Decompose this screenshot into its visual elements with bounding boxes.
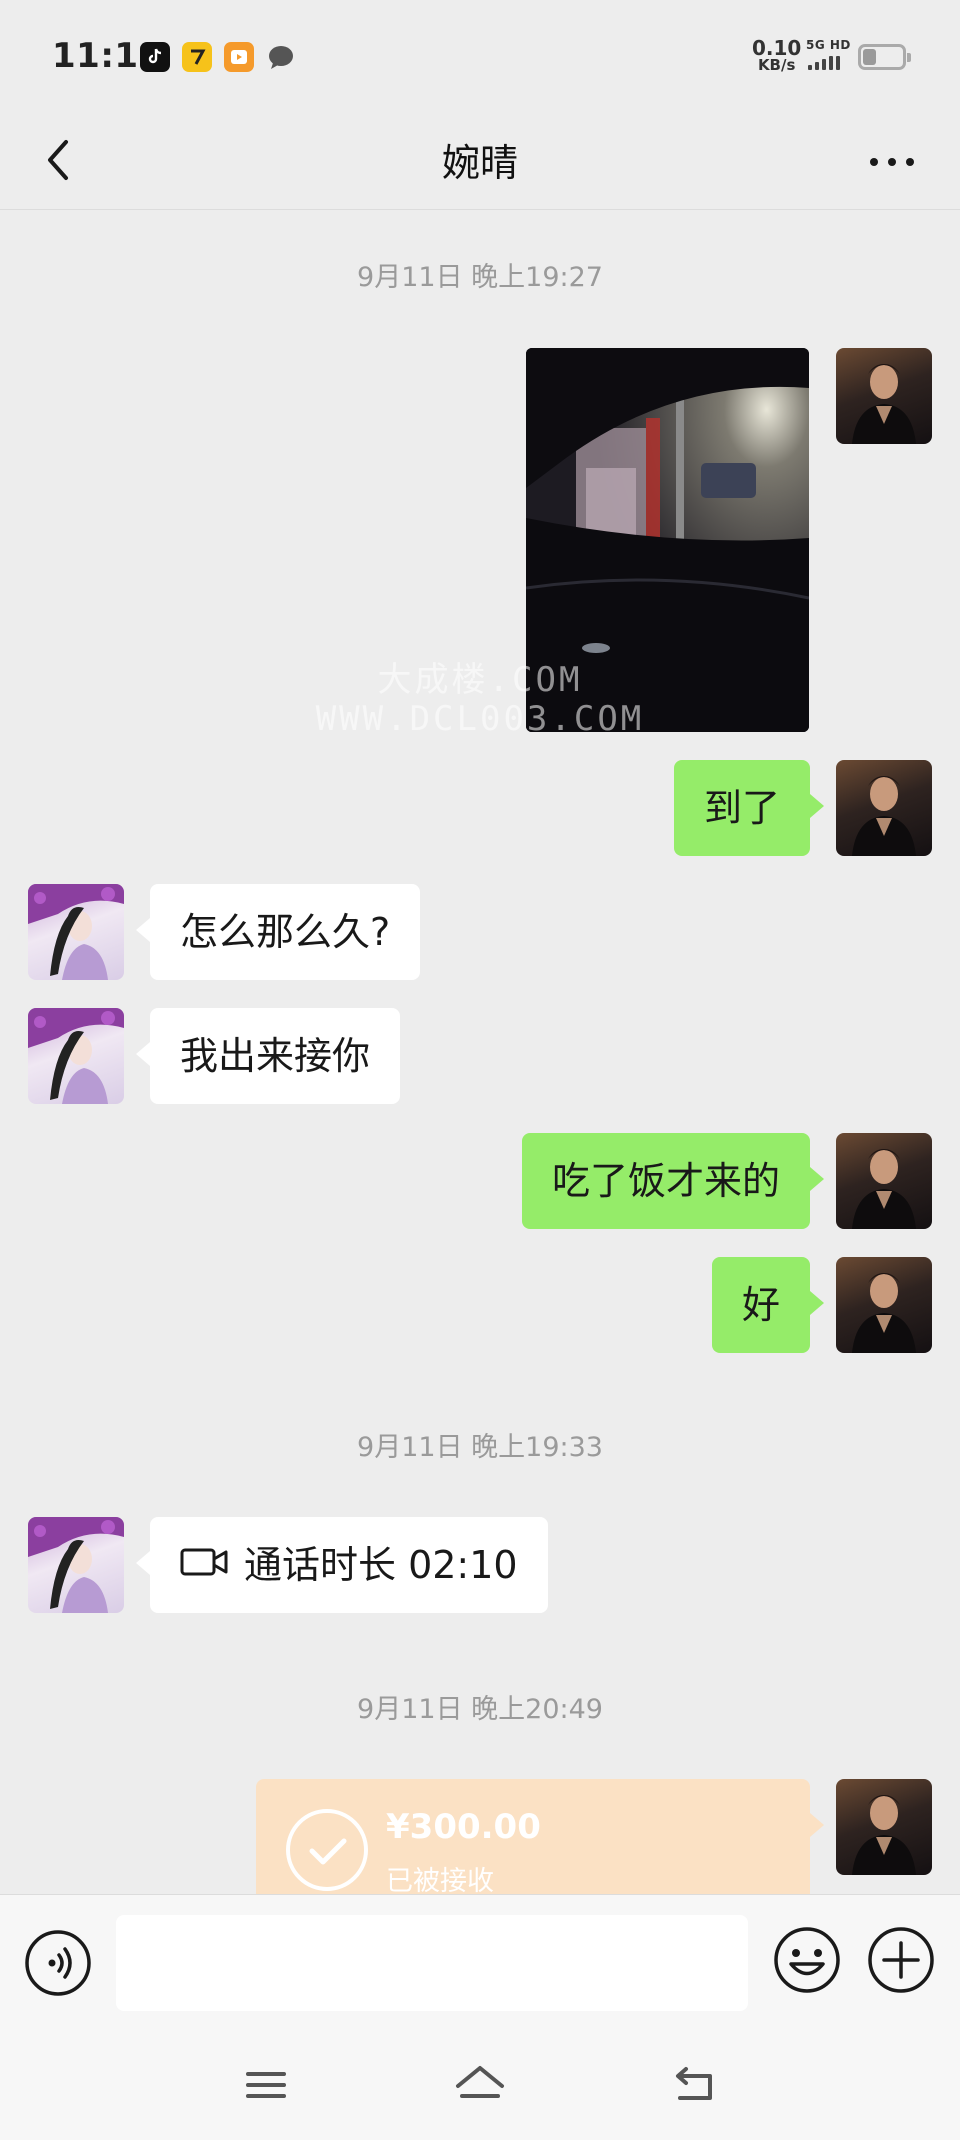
notification-icons	[140, 42, 296, 72]
watermark: 大成楼.COM WWW.DCL003.COM	[0, 660, 960, 740]
chat-header: 婉晴	[0, 110, 960, 210]
tiktok-icon	[140, 42, 170, 72]
network-speed-value: 0.10	[752, 36, 802, 60]
message-bubble-self[interactable]: 吃了饭才来的	[521, 1133, 825, 1229]
transfer-amount: ¥300.00	[386, 1807, 541, 1847]
avatar-self[interactable]	[836, 1133, 932, 1229]
call-record-bubble[interactable]: 通话时长 02:10	[136, 1517, 548, 1613]
message-bubble-self[interactable]: 好	[711, 1257, 825, 1353]
seven-cats-icon	[182, 42, 212, 72]
input-bar	[0, 1894, 960, 2030]
back-nav-icon[interactable]	[666, 2060, 722, 2110]
battery-icon	[858, 44, 911, 70]
timestamp: 9月11日 晚上19:33	[357, 1432, 603, 1463]
avatar-self[interactable]	[836, 1779, 932, 1875]
system-nav-bar	[0, 2030, 960, 2140]
signal-indicator: 5G HD	[806, 38, 852, 72]
message-bubble-other[interactable]: 我出来接你	[135, 1008, 401, 1104]
signal-label: 5G HD	[806, 38, 851, 52]
battery-level	[863, 49, 876, 65]
chat-title: 婉晴	[441, 141, 518, 185]
watermark-line: 大成楼.COM	[377, 660, 583, 700]
home-icon[interactable]	[452, 2060, 508, 2110]
chat-screen: 11:11 0.10 KB/s 5G HD 婉晴 9月11日 晚上19:27 到…	[0, 0, 960, 2140]
avatar-self[interactable]	[836, 1257, 932, 1353]
timestamp: 9月11日 晚上19:27	[357, 262, 603, 293]
transfer-message[interactable]: ¥300.00 已被接收	[256, 1779, 824, 1894]
video-app-icon	[224, 42, 254, 72]
avatar-self[interactable]	[836, 348, 932, 444]
more-icon[interactable]	[866, 142, 918, 182]
message-list[interactable]: 9月11日 晚上19:27 到了 怎么那么久? 我出来接你 吃了饭才来的 好 9…	[0, 211, 960, 1894]
avatar-other[interactable]	[28, 1008, 124, 1104]
avatar-self[interactable]	[836, 760, 932, 856]
timestamp: 9月11日 晚上20:49	[357, 1694, 603, 1725]
message-bubble-other[interactable]: 怎么那么久?	[135, 884, 421, 980]
video-call-icon	[180, 1517, 228, 1613]
network-speed-unit: KB/s	[757, 56, 796, 74]
status-bar: 11:11 0.10 KB/s 5G HD	[0, 0, 960, 110]
transfer-status: 已被接收	[386, 1866, 494, 1894]
call-duration: 通话时长 02:10	[244, 1543, 518, 1587]
network-speed: 0.10 KB/s	[752, 38, 801, 73]
message-input[interactable]	[116, 1915, 748, 2011]
plus-icon[interactable]	[866, 1925, 936, 1995]
emoji-icon[interactable]	[772, 1925, 842, 1995]
voice-icon[interactable]	[24, 1929, 92, 1997]
menu-icon[interactable]	[238, 2060, 294, 2110]
signal-bars-icon	[808, 56, 840, 70]
avatar-other[interactable]	[28, 1517, 124, 1613]
message-bubble-self[interactable]: 到了	[673, 760, 825, 856]
message-icon	[266, 42, 296, 72]
check-circle-icon	[286, 1809, 368, 1891]
avatar-other[interactable]	[28, 884, 124, 980]
watermark-line: WWW.DCL003.COM	[315, 699, 645, 740]
